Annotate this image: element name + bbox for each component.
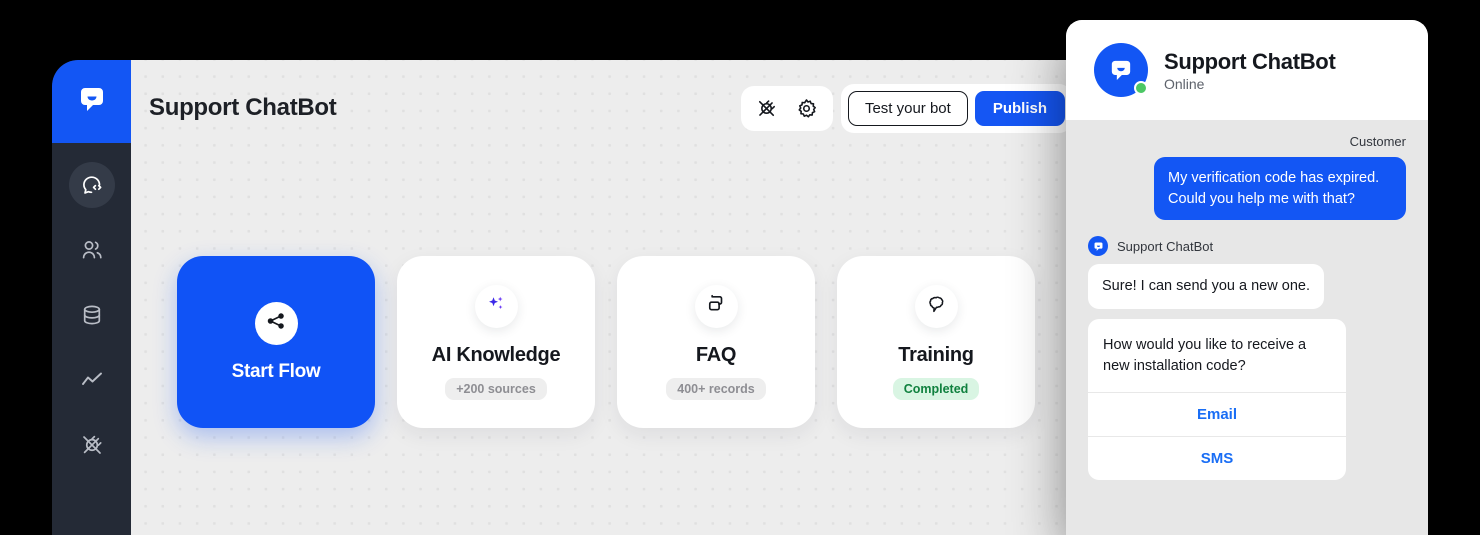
online-status-dot: [1134, 81, 1148, 95]
card-title: Start Flow: [231, 360, 321, 382]
chat-message-list[interactable]: Customer My verification code has expire…: [1066, 120, 1428, 535]
chat-header-text: Support ChatBot Online: [1164, 48, 1336, 92]
plug-icon: [79, 432, 105, 458]
sidebar-item-analytics[interactable]: [69, 357, 115, 403]
share-nodes-icon: [265, 310, 287, 337]
sidebar-item-users[interactable]: [69, 227, 115, 273]
sidebar: [52, 60, 131, 535]
gear-icon[interactable]: [794, 95, 820, 121]
header-actions: Test your bot Publish: [740, 83, 1072, 133]
header-icon-group: [740, 85, 833, 131]
bot-sender-label: Support ChatBot: [1117, 238, 1214, 254]
action-card-row: Start Flow AI Knowledge +200 sources FAQ…: [177, 256, 1035, 428]
card-ai-knowledge[interactable]: AI Knowledge +200 sources: [397, 256, 595, 428]
chat-header: Support ChatBot Online: [1066, 20, 1428, 120]
header-button-group: Test your bot Publish: [840, 83, 1072, 133]
users-icon: [79, 237, 105, 263]
bot-message-bubble: Sure! I can send you a new one.: [1088, 264, 1324, 309]
chat-status: Online: [1164, 75, 1205, 92]
customer-message-bubble: My verification code has expired. Could …: [1154, 157, 1406, 221]
card-badge: 400+ records: [666, 377, 766, 400]
chatbot-avatar-icon: [1088, 236, 1108, 257]
chat-bot-name: Support ChatBot: [1164, 48, 1336, 74]
screenshot-stage: Support ChatBot Test your bot Publish St…: [0, 0, 1480, 535]
avatar: [1094, 43, 1148, 97]
database-icon: [79, 302, 105, 328]
publish-button[interactable]: Publish: [974, 90, 1065, 126]
sidebar-item-database[interactable]: [69, 292, 115, 338]
sidebar-item-bots[interactable]: [68, 162, 115, 208]
test-bot-button[interactable]: Test your bot: [847, 90, 968, 126]
status-badge: Completed: [892, 377, 980, 400]
card-title: AI Knowledge: [431, 343, 561, 366]
sparkles-icon: [485, 293, 507, 320]
plug-icon[interactable]: [754, 95, 780, 121]
quick-reply-email[interactable]: Email: [1088, 391, 1346, 436]
chat-code-icon: [79, 172, 105, 198]
app-header: Support ChatBot Test your bot Publish: [131, 60, 1072, 156]
card-icon-wrap: [474, 284, 518, 328]
quick-reply-card: How would you like to receive a new inst…: [1088, 318, 1346, 480]
chat-bubbles-icon: [705, 293, 727, 320]
card-title: Training: [898, 343, 974, 366]
card-faq[interactable]: FAQ 400+ records: [617, 256, 815, 428]
sidebar-item-integrations[interactable]: [69, 422, 115, 468]
app-window: Support ChatBot Test your bot Publish St…: [52, 60, 1072, 535]
quick-reply-sms[interactable]: SMS: [1088, 435, 1346, 480]
card-badge: +200 sources: [445, 377, 547, 400]
customer-label: Customer: [1349, 134, 1406, 149]
card-title: FAQ: [695, 343, 737, 366]
chatbot-logo-icon: [74, 81, 110, 122]
chat-widget: Support ChatBot Online Customer My verif…: [1066, 20, 1428, 535]
page-title: Support ChatBot: [149, 94, 337, 121]
brain-bubble-icon: [925, 293, 947, 320]
card-start-flow[interactable]: Start Flow: [177, 256, 375, 428]
flow-canvas: Support ChatBot Test your bot Publish St…: [131, 60, 1072, 535]
card-icon-wrap: [694, 284, 738, 328]
card-icon-wrap: [254, 301, 298, 345]
bot-sender-row: Support ChatBot: [1088, 236, 1406, 257]
card-icon-wrap: [914, 284, 958, 328]
brand-logo[interactable]: [52, 60, 131, 143]
quick-reply-question: How would you like to receive a new inst…: [1103, 336, 1307, 374]
analytics-line-icon: [79, 367, 105, 393]
card-training[interactable]: Training Completed: [837, 256, 1035, 428]
